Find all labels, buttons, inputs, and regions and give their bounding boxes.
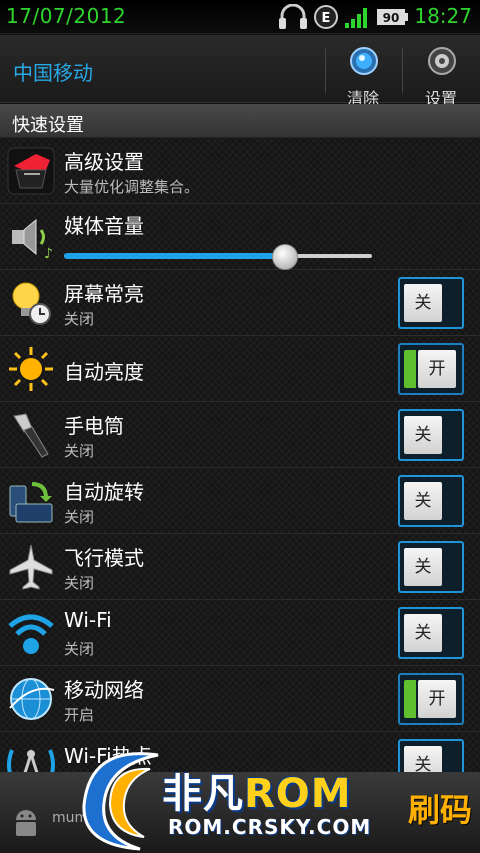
list-item-airplane-mode[interactable]: 飞行模式 关闭 关 — [0, 534, 480, 600]
rotate-icon — [9, 482, 53, 523]
slider-fill — [64, 253, 285, 259]
sun-icon — [9, 347, 53, 391]
toggle-knob: 开 — [418, 350, 456, 388]
header-divider — [325, 47, 326, 93]
item-subtitle: 关闭 — [64, 310, 95, 328]
item-title: 媒体音量 — [64, 214, 144, 238]
notification-header: 中国移动 清除 设置 — [0, 35, 480, 108]
list-item-flashlight[interactable]: 手电筒 关闭 关 — [0, 402, 480, 468]
toggle-knob: 关 — [404, 284, 442, 322]
quick-settings-header: 快速设置 — [0, 104, 480, 138]
toggle-knob: 关 — [404, 482, 442, 520]
airplane-mode-toggle[interactable]: 关 — [398, 541, 464, 593]
watermark-brand: 非凡ROM — [162, 761, 352, 819]
item-title: 自动亮度 — [64, 360, 144, 384]
list-item-screen-always-on[interactable]: 屏幕常亮 关闭 关 — [0, 270, 480, 336]
mobile-network-toggle[interactable]: 开 — [398, 673, 464, 725]
auto-rotate-toggle[interactable]: 关 — [398, 475, 464, 527]
battery-icon: 90 — [377, 9, 408, 25]
wifi-icon — [8, 614, 54, 654]
bulb-timer-icon — [12, 282, 51, 325]
status-bar: 17/07/2012 E 90 18:27 — [0, 0, 480, 34]
wifi-toggle[interactable]: 关 — [398, 607, 464, 659]
toggle-knob: 开 — [418, 680, 456, 718]
signal-icon — [345, 8, 367, 28]
item-subtitle: 关闭 — [64, 442, 95, 460]
globe-icon — [9, 678, 55, 720]
item-subtitle: 开启 — [64, 706, 95, 724]
item-title: 屏幕常亮 — [64, 282, 144, 306]
item-subtitle: 关闭 — [64, 574, 95, 592]
slider-thumb[interactable] — [272, 244, 298, 270]
item-title: 高级设置 — [64, 150, 144, 174]
item-subtitle: 关闭 — [64, 508, 95, 526]
advanced-settings-icon — [7, 147, 55, 195]
svg-text:♪: ♪ — [44, 246, 53, 262]
watermark-right-text: 刷码 — [408, 791, 473, 829]
speaker-icon: ♪ — [12, 218, 53, 262]
status-date: 17/07/2012 — [6, 4, 127, 28]
watermark-rom-text: ROM — [244, 771, 352, 817]
header-divider — [402, 47, 403, 93]
item-title: 自动旋转 — [64, 480, 144, 504]
item-subtitle: 关闭 — [64, 640, 95, 658]
item-title: 移动网络 — [64, 678, 144, 702]
status-icons: E 90 — [278, 4, 408, 30]
list-item-auto-rotate[interactable]: 自动旋转 关闭 关 — [0, 468, 480, 534]
list-item-mobile-network[interactable]: 移动网络 开启 开 — [0, 666, 480, 732]
watermark-url: ROM.CRSKY.COM — [168, 815, 372, 839]
flashlight-toggle[interactable]: 关 — [398, 409, 464, 461]
watermark-logo: 非凡ROM ROM.CRSKY.COM 刷码 — [70, 745, 480, 853]
toggle-knob: 关 — [404, 416, 442, 454]
screen-always-on-toggle[interactable]: 关 — [398, 277, 464, 329]
toggle-knob: 关 — [404, 614, 442, 652]
media-volume-slider[interactable] — [64, 244, 372, 270]
settings-button[interactable]: 设置 — [406, 43, 476, 108]
toggle-on-indicator — [404, 350, 416, 388]
list-item-advanced-settings[interactable]: 高级设置 大量优化调整集合。 — [0, 138, 480, 204]
android-robot-icon — [16, 810, 36, 836]
battery-level-text: 90 — [383, 11, 400, 25]
status-time: 18:27 — [414, 4, 472, 28]
auto-brightness-toggle[interactable]: 开 — [398, 343, 464, 395]
network-type-text: E — [322, 11, 331, 26]
clear-icon — [350, 47, 378, 75]
item-title: 手电筒 — [64, 414, 124, 438]
settings-gear-icon — [428, 47, 456, 75]
clear-button[interactable]: 清除 — [328, 43, 398, 108]
toggle-on-indicator — [404, 680, 416, 718]
item-title: 飞行模式 — [64, 546, 144, 570]
section-title: 快速设置 — [12, 115, 84, 136]
list-item-media-volume: ♪ 媒体音量 — [0, 204, 480, 270]
list-item-wifi[interactable]: Wi-Fi 关闭 关 — [0, 600, 480, 666]
toggle-knob: 关 — [404, 548, 442, 586]
item-title: Wi-Fi — [64, 608, 112, 632]
flashlight-icon — [13, 413, 49, 458]
headset-icon — [279, 4, 307, 29]
item-subtitle: 大量优化调整集合。 — [64, 178, 200, 196]
list-item-auto-brightness[interactable]: 自动亮度 开 — [0, 336, 480, 402]
watermark-brand-text: 非凡 — [162, 771, 244, 817]
airplane-icon — [9, 544, 53, 590]
edge-network-icon: E — [314, 5, 338, 29]
carrier-label: 中国移动 — [13, 61, 93, 85]
